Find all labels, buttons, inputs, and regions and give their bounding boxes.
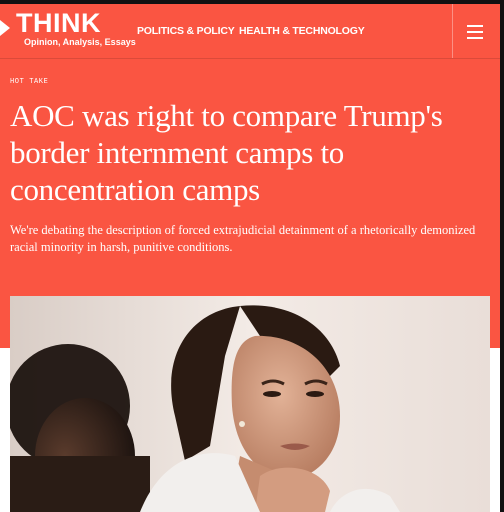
nav-health-technology[interactable]: HEALTH & TECHNOLOGY (239, 25, 365, 37)
photo-illustration (10, 296, 490, 512)
site-header: THINK Opinion, Analysis, Essays POLITICS… (0, 4, 500, 59)
header-divider (452, 4, 453, 58)
article-photo (10, 296, 490, 512)
logo-arrow-icon (0, 20, 10, 36)
right-edge (500, 0, 504, 512)
hamburger-menu-icon[interactable] (465, 22, 487, 40)
article-label: HOT TAKE (10, 78, 49, 86)
article-headline: AOC was right to compare Trump's border … (10, 98, 443, 207)
nav-politics-policy[interactable]: POLITICS & POLICY (137, 25, 235, 37)
article-dek: We're debating the description of forced… (10, 223, 476, 254)
logo-tagline: Opinion, Analysis, Essays (24, 37, 136, 47)
logo[interactable]: THINK (16, 8, 101, 39)
